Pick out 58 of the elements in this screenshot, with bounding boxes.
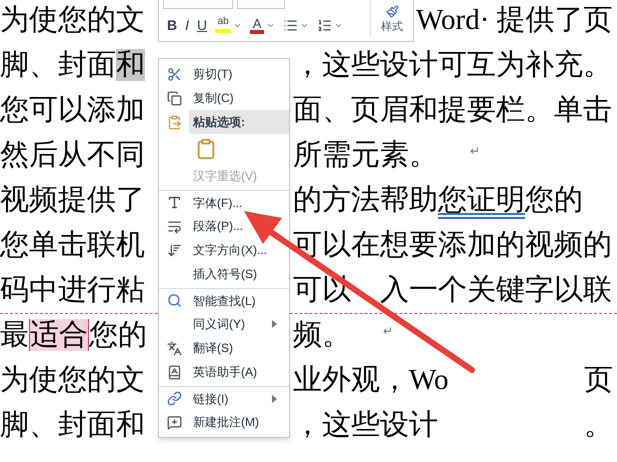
document-text: 最适合您的 (0, 319, 147, 351)
paragraph-mark: ↵ (470, 145, 480, 157)
brush-icon (386, 5, 398, 18)
clipboard-icon (166, 114, 182, 130)
book-icon (166, 364, 182, 380)
document-text: 为使您的文 (0, 4, 145, 36)
document-text: 。 (584, 409, 613, 441)
highlight-button[interactable]: ab (211, 13, 246, 37)
menu-item[interactable]: 复制(C) (159, 86, 289, 110)
document-text: 页 (584, 364, 613, 396)
document-text: 您可以添加 (0, 94, 145, 126)
link-icon (166, 391, 182, 406)
menu-item[interactable]: 同义词(Y) (159, 312, 289, 336)
menu-item[interactable]: 翻译(S) (159, 336, 289, 360)
document-text: 业外观，Wo (293, 366, 449, 395)
styles-button[interactable]: 样式 (371, 0, 413, 41)
document-text: 您单击联机 (0, 229, 145, 261)
menu-item[interactable]: 插入符号(S) (159, 262, 289, 286)
menu-item[interactable]: 段落(P)... (159, 214, 289, 238)
document-text: 所需元素。 (293, 141, 438, 170)
menu-item[interactable]: 链接(I) (159, 386, 289, 410)
copy-icon (166, 90, 182, 106)
numbered-list-icon (317, 18, 332, 32)
document-text: ，这些设计 (293, 411, 438, 440)
document-text: 脚、封面和 (0, 409, 145, 441)
document-text: 脚、封面和 (0, 49, 145, 81)
menu-item[interactable]: 智能查找(L) (159, 288, 289, 312)
underline-button[interactable]: U (193, 13, 212, 37)
document-text: 入一个关键字以联 (380, 274, 612, 306)
document-text: 视频提供了 (0, 184, 145, 216)
bullet-list-icon (283, 18, 298, 32)
text-direction-icon (166, 242, 182, 258)
bold-button[interactable]: B (163, 13, 182, 37)
submenu-arrow-icon (272, 394, 277, 402)
document-text: Word· 提供了页 (416, 6, 613, 35)
type-icon (166, 195, 182, 210)
paragraph-mark: ↵ (383, 325, 393, 337)
wrap-text-icon (166, 218, 182, 234)
translate-icon (166, 340, 182, 356)
menu-header: 粘贴选项: (189, 110, 289, 134)
scissors-icon (166, 66, 182, 82)
document-text: 为使您的文 (0, 364, 145, 396)
document-text: 码中进行粘 (0, 274, 145, 306)
comment-icon (166, 414, 182, 430)
document-text: 面、页眉和提要栏。单击 (293, 96, 612, 125)
submenu-arrow-icon (272, 320, 277, 328)
menu-item[interactable]: 文字方向(X)... (159, 238, 289, 262)
menu-item[interactable]: 新建批注(M) (159, 410, 289, 434)
italic-button[interactable]: I (181, 13, 194, 37)
font-color-button[interactable]: A (246, 13, 280, 37)
menu-item[interactable]: 英语助手(A) (159, 360, 289, 384)
menu-item[interactable]: 剪切(T) (159, 62, 289, 86)
document-text: ，这些设计可互为补充。 (293, 51, 612, 80)
document-text: 然后从不同 (0, 139, 145, 171)
document-text: 频。 (293, 321, 351, 350)
document-text: 的方法帮助您证明您的 (293, 186, 583, 215)
document-text: 可以在想要添加的视频的 (293, 231, 612, 260)
search-icon (166, 293, 182, 308)
